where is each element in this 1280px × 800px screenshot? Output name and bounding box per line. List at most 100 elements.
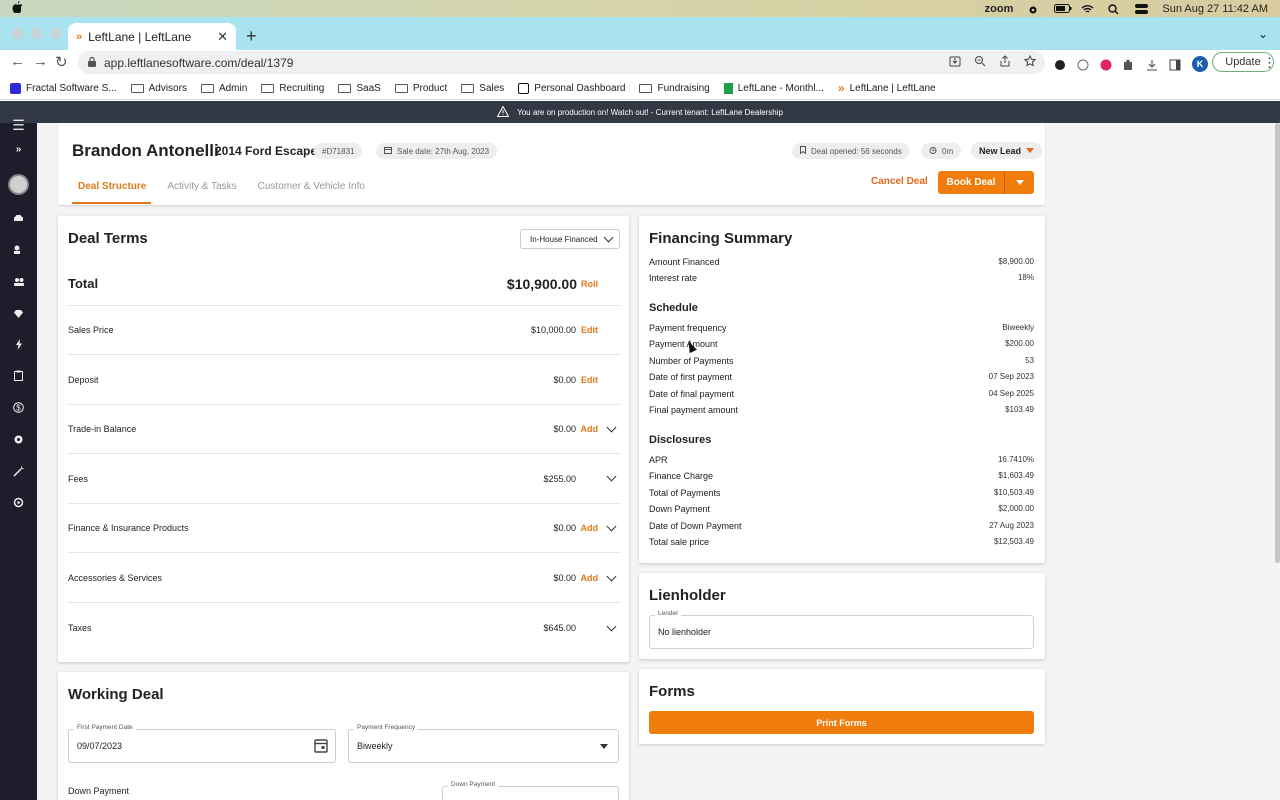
search-icon[interactable]: [1108, 4, 1121, 15]
folder-icon: [639, 83, 653, 93]
admin-gear-icon[interactable]: [12, 496, 25, 509]
hamburger-menu-icon[interactable]: ☰: [12, 117, 25, 133]
extensions-puzzle-icon[interactable]: [1123, 58, 1136, 71]
status-value: New Lead: [979, 145, 1022, 156]
customer-name[interactable]: Brandon Antonelli: [72, 141, 219, 161]
lienholder-title: Lienholder: [649, 587, 726, 604]
payment-frequency-select[interactable]: Biweekly: [348, 729, 619, 763]
user-avatar[interactable]: [8, 174, 29, 195]
bookmark-item[interactable]: Admin: [200, 83, 247, 94]
down-payment-input[interactable]: [442, 786, 619, 800]
battery-icon[interactable]: [1054, 4, 1072, 13]
expand-chevron-icon[interactable]: [606, 471, 617, 482]
term-action-button[interactable]: Edit: [581, 375, 598, 385]
term-action-button[interactable]: Edit: [581, 325, 598, 335]
close-tab-icon[interactable]: ✕: [217, 29, 228, 45]
bolt-icon[interactable]: [12, 338, 25, 351]
term-action-button[interactable]: Add: [581, 424, 599, 434]
down-payment-field-label: Down Payment: [448, 781, 499, 788]
profile-avatar[interactable]: K: [1192, 56, 1208, 72]
page-scrollbar[interactable]: [1275, 123, 1280, 563]
summary-row: Final payment amount $103.49: [649, 405, 1034, 415]
side-panel-icon[interactable]: [1169, 58, 1182, 71]
tab-customer-vehicle-info[interactable]: Customer & Vehicle Info: [258, 181, 365, 192]
extension-compass-icon[interactable]: [1077, 58, 1090, 71]
summary-label: Payment Amount: [649, 339, 718, 350]
share-icon[interactable]: [999, 55, 1012, 68]
summary-label: Total of Payments: [649, 487, 721, 498]
bookmark-item[interactable]: Advisors: [130, 83, 187, 94]
close-window-button[interactable]: [12, 28, 23, 39]
bookmark-item[interactable]: SaaS: [338, 83, 381, 94]
bookmark-item[interactable]: LeftLane - Monthl...: [723, 82, 824, 94]
control-center-icon[interactable]: [1135, 4, 1149, 14]
extension-leaf-icon[interactable]: [1054, 58, 1067, 71]
new-tab-icon[interactable]: +: [246, 26, 257, 47]
forward-icon[interactable]: →: [33, 53, 48, 70]
zoom-label[interactable]: zoom: [985, 3, 1014, 15]
car-icon[interactable]: [12, 212, 25, 225]
wifi-icon[interactable]: [1081, 4, 1094, 13]
tab-deal-structure[interactable]: Deal Structure: [78, 181, 146, 192]
term-label: Fees: [68, 473, 89, 484]
summary-label: Payment frequency: [649, 323, 727, 333]
book-deal-dropdown-icon[interactable]: [1005, 180, 1034, 185]
summary-row: Payment Amount $200.00: [649, 339, 1034, 349]
bookmark-item[interactable]: Fundraising: [639, 83, 710, 94]
customers-icon[interactable]: [12, 275, 25, 288]
install-icon[interactable]: [949, 55, 962, 68]
clock[interactable]: Sun Aug 27 11:42 AM: [1162, 3, 1268, 15]
first-payment-date-input[interactable]: 09/07/2023: [68, 729, 336, 763]
deal-id-chip[interactable]: #D71831: [314, 143, 363, 159]
tab-activity-tasks[interactable]: Activity & Tasks: [167, 181, 236, 192]
expand-chevron-icon[interactable]: [606, 621, 617, 632]
roll-button[interactable]: Roll: [581, 279, 598, 289]
print-forms-button[interactable]: Print Forms: [649, 711, 1034, 734]
apple-icon[interactable]: [12, 1, 23, 16]
lead-icon[interactable]: [12, 243, 25, 256]
bookmark-item[interactable]: Fractal Software S...: [10, 82, 117, 94]
window-controls: [12, 28, 61, 39]
cancel-deal-button[interactable]: Cancel Deal: [871, 176, 928, 187]
back-icon[interactable]: ←: [10, 53, 25, 70]
calendar-picker-icon[interactable]: [314, 738, 328, 755]
expand-chevron-icon[interactable]: [606, 521, 617, 532]
lender-input[interactable]: No lienholder: [649, 615, 1034, 649]
minimize-window-button[interactable]: [31, 28, 42, 39]
leftlane-logo-icon[interactable]: »: [12, 143, 25, 156]
bookmark-star-icon[interactable]: [1023, 54, 1037, 68]
expand-chevron-icon[interactable]: [606, 571, 617, 581]
expand-chevron-icon[interactable]: [606, 422, 617, 433]
extension-red-icon[interactable]: [1100, 58, 1113, 71]
status-dropdown[interactable]: New Lead: [971, 142, 1043, 159]
sale-date: Sale date: 27th Aug, 2023: [397, 146, 490, 156]
bookmark-item[interactable]: Personal Dashboard: [518, 82, 625, 94]
address-bar[interactable]: app.leftlanesoftware.com/deal/1379: [78, 51, 1045, 74]
browser-tab[interactable]: » LeftLane | LeftLane ✕: [68, 23, 236, 50]
bookmark-item[interactable]: » LeftLane | LeftLane: [838, 81, 936, 95]
clipboard-icon[interactable]: [12, 369, 25, 382]
book-deal-button[interactable]: Book Deal: [938, 171, 1034, 194]
summary-value: $200.00: [1005, 339, 1034, 349]
bookmark-item[interactable]: Sales: [461, 83, 504, 94]
sale-date-chip[interactable]: Sale date: 27th Aug, 2023: [376, 143, 498, 159]
zoom-window-button[interactable]: [50, 28, 61, 39]
reload-icon[interactable]: ↻: [55, 53, 68, 71]
tab-search-chevron-icon[interactable]: ⌄: [1258, 27, 1268, 41]
vehicle-name[interactable]: 2014 Ford Escape: [215, 144, 317, 158]
settings-icon[interactable]: [1027, 4, 1040, 14]
zoom-out-icon[interactable]: [974, 55, 987, 68]
downloads-icon[interactable]: [1146, 58, 1159, 71]
summary-value: 27 Aug 2023: [989, 520, 1034, 530]
bookmark-item[interactable]: Recruiting: [261, 83, 324, 94]
dollar-icon[interactable]: $: [12, 401, 25, 414]
diamond-icon[interactable]: [12, 307, 25, 320]
bookmark-item[interactable]: Product: [394, 83, 447, 94]
term-action-button[interactable]: Add: [581, 573, 599, 583]
more-menu-icon[interactable]: ⋮: [1263, 55, 1276, 71]
settings-gear-icon[interactable]: [12, 433, 25, 446]
term-action-button[interactable]: Add: [581, 523, 599, 533]
lender-label: Lender: [655, 610, 682, 617]
magic-wand-icon[interactable]: [12, 465, 25, 478]
financing-type-select[interactable]: In-House Financed: [520, 229, 620, 249]
